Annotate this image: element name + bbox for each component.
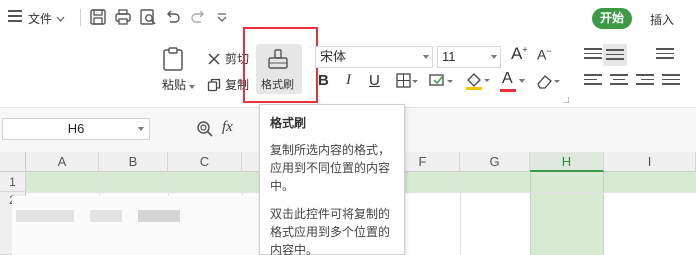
bold-button[interactable]: B — [318, 72, 329, 89]
column-header-c[interactable]: C — [168, 152, 242, 172]
column-header-h[interactable]: H — [530, 152, 604, 172]
tooltip-line: 复制所选内容的格式， — [270, 143, 391, 157]
align-middle-icon — [606, 49, 624, 65]
chevron-down-icon — [491, 55, 497, 59]
chevron-down-icon — [423, 55, 429, 59]
font-size-select[interactable]: 11 — [437, 46, 501, 68]
chevron-down-icon — [56, 16, 65, 22]
chevron-down-icon — [189, 85, 196, 89]
align-bottom-icon[interactable] — [656, 48, 674, 64]
cell-reference: H6 — [67, 121, 85, 136]
decrease-font-symbol: A — [537, 46, 547, 63]
select-all-corner[interactable] — [0, 152, 26, 172]
tooltip-title: 格式刷 — [270, 116, 307, 130]
font-name-select[interactable]: 宋体 — [315, 46, 433, 68]
undo-icon[interactable] — [164, 8, 182, 26]
align-right-icon[interactable] — [636, 74, 654, 90]
dialog-launcher-icon[interactable] — [563, 97, 569, 103]
format-painter-tooltip: 格式刷 复制所选内容的格式， 应用到不同位置的内容 中。 双击此控件可将复制的 … — [259, 104, 405, 255]
font-color-bar — [500, 89, 516, 92]
function-button[interactable]: fx — [222, 119, 233, 136]
tab-insert[interactable]: 插入 — [650, 11, 674, 28]
print-icon[interactable] — [114, 8, 132, 26]
paste-label[interactable]: 粘贴 — [162, 76, 196, 93]
justify-icon[interactable] — [662, 74, 680, 90]
column-header-g[interactable]: G — [460, 152, 530, 172]
increase-font-button[interactable]: A+ — [511, 44, 528, 64]
scissors-icon — [208, 53, 220, 64]
cell-style-icon[interactable] — [429, 73, 455, 89]
column-header-b[interactable]: B — [99, 152, 168, 172]
paste-button[interactable] — [160, 46, 186, 72]
name-box[interactable]: H6 — [2, 118, 150, 140]
tooltip-line: 双击此控件可将复制的 — [270, 207, 391, 221]
blurred-region — [12, 196, 262, 255]
redo-icon[interactable] — [189, 8, 207, 26]
decrease-font-button[interactable]: A− — [537, 46, 552, 63]
underline-button[interactable]: U — [369, 72, 380, 89]
tooltip-gap — [270, 195, 394, 205]
blurred-content — [90, 210, 122, 222]
chevron-down-icon[interactable] — [519, 79, 525, 83]
column-header-i[interactable]: I — [604, 152, 696, 172]
blurred-content — [16, 210, 74, 222]
fill-color-icon[interactable] — [465, 72, 491, 90]
align-center-icon[interactable] — [610, 74, 628, 90]
copy-icon — [207, 78, 221, 91]
save-icon[interactable] — [89, 8, 107, 26]
file-menu-label: 文件 — [28, 12, 53, 26]
hamburger-menu-icon[interactable] — [8, 10, 22, 24]
paste-label-text: 粘贴 — [162, 78, 187, 92]
tab-start[interactable]: 开始 — [592, 8, 632, 29]
chevron-down-icon — [138, 127, 144, 131]
divider — [80, 9, 81, 26]
clipboard-icon — [163, 47, 183, 71]
align-left-icon[interactable] — [584, 74, 602, 90]
border-icon[interactable] — [396, 73, 418, 89]
font-color-symbol: A — [502, 70, 513, 87]
tooltip-line: 内容中。 — [270, 243, 319, 255]
print-preview-icon[interactable] — [139, 8, 157, 26]
file-menu[interactable]: 文件 — [28, 10, 65, 27]
customize-icon[interactable] — [213, 8, 231, 26]
title-bar: 文件 开始 插入 — [0, 0, 696, 36]
tooltip-line: 格式应用到多个位置的 — [270, 225, 391, 239]
font-color-button[interactable]: A — [502, 70, 513, 88]
highlight-frame — [243, 27, 318, 103]
align-top-icon[interactable] — [584, 48, 602, 64]
font-size-value: 11 — [442, 49, 456, 64]
gridline — [460, 172, 461, 255]
italic-button[interactable]: I — [346, 72, 351, 89]
tooltip-line: 中。 — [270, 179, 295, 193]
eraser-icon[interactable] — [534, 72, 562, 90]
font-name-value: 宋体 — [320, 49, 347, 64]
tooltip-line: 应用到不同位置的内容 — [270, 161, 391, 175]
active-column-band — [530, 172, 604, 255]
zoom-search-icon[interactable] — [196, 120, 214, 138]
row-header-1[interactable]: 1 — [0, 172, 26, 192]
increase-font-symbol: A — [511, 44, 523, 63]
column-header-a[interactable]: A — [26, 152, 99, 172]
blurred-content — [138, 210, 180, 222]
